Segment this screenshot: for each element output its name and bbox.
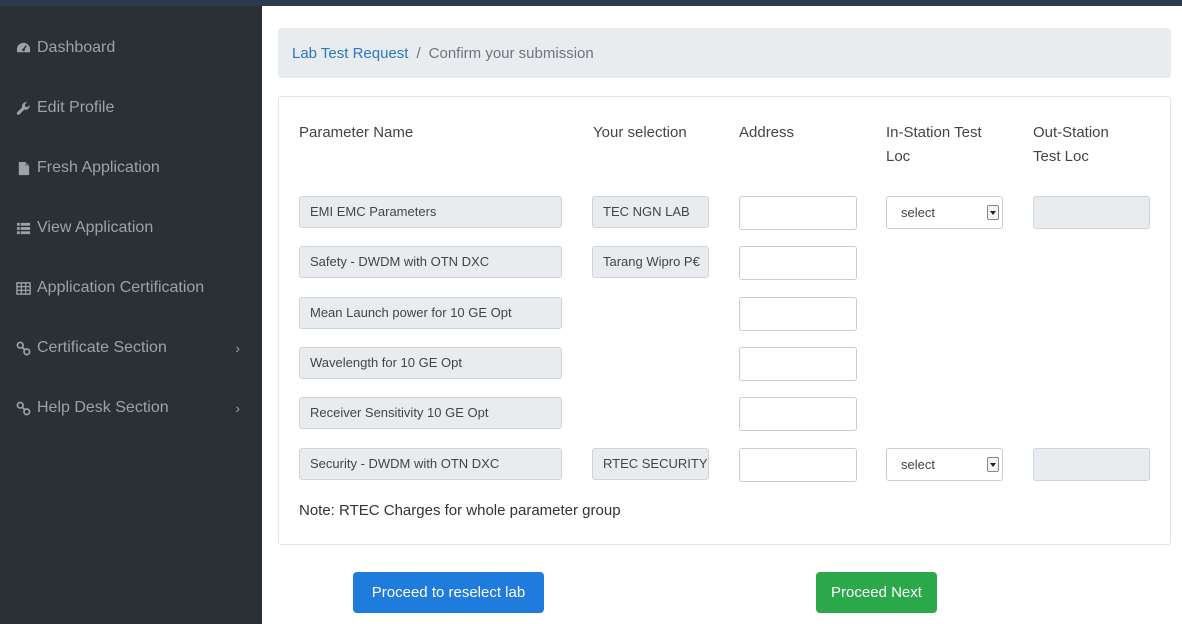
- sidebar-item-application-certification[interactable]: Application Certification: [16, 274, 252, 302]
- sidebar-item-label: View Application: [37, 219, 154, 236]
- breadcrumb-current: Confirm your submission: [428, 44, 594, 62]
- sidebar-item-label: Application Certification: [37, 279, 205, 296]
- header-in-station: In-Station Test Loc: [886, 121, 982, 169]
- out-station-field: [1033, 196, 1150, 229]
- header-in-station-line2: Loc: [886, 148, 911, 165]
- parameter-name-field: EMI EMC Parameters: [299, 196, 562, 228]
- file-icon: [16, 161, 31, 176]
- header-your-selection: Your selection: [593, 124, 687, 141]
- in-station-select[interactable]: select: [886, 448, 1003, 481]
- header-in-station-line1: In-Station Test: [886, 124, 982, 141]
- lab-selection-field: Tarang Wipro P€: [592, 246, 709, 278]
- header-address: Address: [739, 124, 795, 141]
- address-input[interactable]: [739, 347, 857, 381]
- parameter-name-field: Safety - DWDM with OTN DXC: [299, 246, 562, 278]
- lab-selection-field: TEC NGN LAB: [592, 196, 709, 228]
- sidebar-item-certificate-section[interactable]: Certificate Section ›: [16, 334, 252, 362]
- sidebar-item-label: Certificate Section: [37, 339, 167, 356]
- address-input[interactable]: [739, 246, 857, 280]
- link-icon: [16, 401, 31, 416]
- breadcrumb-separator: /: [416, 44, 421, 62]
- list-icon: [16, 221, 31, 236]
- charges-note: Note: RTEC Charges for whole parameter g…: [299, 502, 621, 519]
- out-station-field: [1033, 448, 1150, 481]
- address-input[interactable]: [739, 448, 857, 482]
- in-station-select[interactable]: select: [886, 196, 1003, 229]
- sidebar: Dashboard Edit Profile Fresh Application…: [0, 6, 262, 624]
- header-out-station-line2: Test Loc: [1033, 148, 1089, 165]
- sidebar-item-label: Dashboard: [37, 39, 116, 56]
- parameter-name-field: Receiver Sensitivity 10 GE Opt: [299, 397, 562, 429]
- lab-selection-field: RTEC SECURITY: [592, 448, 709, 480]
- chevron-down-icon: [987, 205, 999, 220]
- breadcrumb-link[interactable]: Lab Test Request: [292, 45, 408, 62]
- address-input[interactable]: [739, 397, 857, 431]
- sidebar-item-label: Edit Profile: [37, 99, 115, 116]
- sidebar-item-fresh-application[interactable]: Fresh Application: [16, 154, 252, 182]
- sidebar-item-label: Fresh Application: [37, 159, 160, 176]
- table-icon: [16, 281, 31, 296]
- sidebar-item-edit-profile[interactable]: Edit Profile: [16, 94, 252, 122]
- chevron-down-icon: [987, 457, 999, 472]
- sidebar-item-label: Help Desk Section: [37, 399, 169, 416]
- sidebar-item-dashboard[interactable]: Dashboard: [16, 34, 252, 62]
- header-out-station-line1: Out-Station: [1033, 124, 1109, 141]
- in-station-select-value: select: [901, 205, 935, 220]
- sidebar-item-help-desk-section[interactable]: Help Desk Section ›: [16, 394, 252, 422]
- dashboard-icon: [16, 41, 31, 56]
- parameter-name-field: Mean Launch power for 10 GE Opt: [299, 297, 562, 329]
- wrench-icon: [16, 101, 31, 116]
- sidebar-item-view-application[interactable]: View Application: [16, 214, 252, 242]
- chevron-right-icon: ›: [235, 400, 240, 416]
- parameter-name-field: Wavelength for 10 GE Opt: [299, 347, 562, 379]
- proceed-next-button[interactable]: Proceed Next: [816, 572, 937, 613]
- header-parameter-name: Parameter Name: [299, 124, 414, 141]
- address-input[interactable]: [739, 196, 857, 230]
- parameter-name-field: Security - DWDM with OTN DXC: [299, 448, 562, 480]
- reselect-lab-button[interactable]: Proceed to reselect lab: [353, 572, 544, 613]
- address-input[interactable]: [739, 297, 857, 331]
- link-icon: [16, 341, 31, 356]
- breadcrumb: Lab Test Request / Confirm your submissi…: [278, 28, 1171, 78]
- in-station-select-value: select: [901, 457, 935, 472]
- header-out-station: Out-Station Test Loc: [1033, 121, 1109, 169]
- chevron-right-icon: ›: [235, 340, 240, 356]
